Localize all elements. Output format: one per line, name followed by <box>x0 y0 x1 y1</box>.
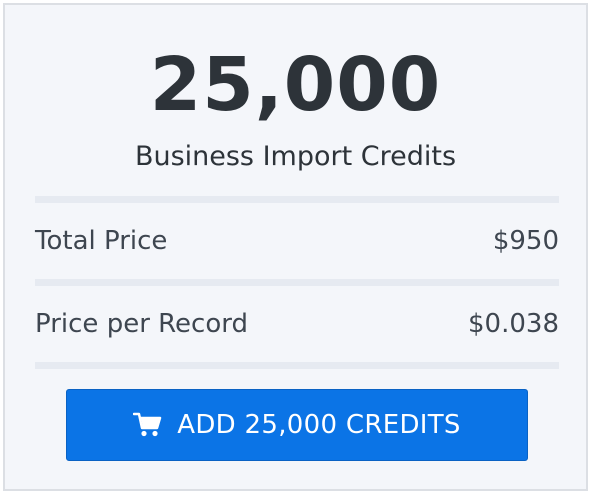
add-credits-label: ADD 25,000 CREDITS <box>177 410 461 440</box>
add-credits-button[interactable]: ADD 25,000 CREDITS <box>66 389 528 461</box>
price-per-record-row: Price per Record $0.038 <box>35 304 559 344</box>
divider <box>35 279 559 286</box>
total-price-label: Total Price <box>35 226 168 256</box>
credit-type-label: Business Import Credits <box>134 141 457 172</box>
divider <box>35 362 559 369</box>
divider <box>35 196 559 203</box>
shopping-cart-icon <box>133 412 163 438</box>
total-price-value: $950 <box>492 226 559 256</box>
price-per-record-label: Price per Record <box>35 309 248 339</box>
pricing-card: 25,000 Business Import Credits Total Pri… <box>3 3 588 491</box>
total-price-row: Total Price $950 <box>35 221 559 261</box>
price-per-record-value: $0.038 <box>468 309 559 339</box>
credit-amount: 25,000 <box>149 42 442 128</box>
